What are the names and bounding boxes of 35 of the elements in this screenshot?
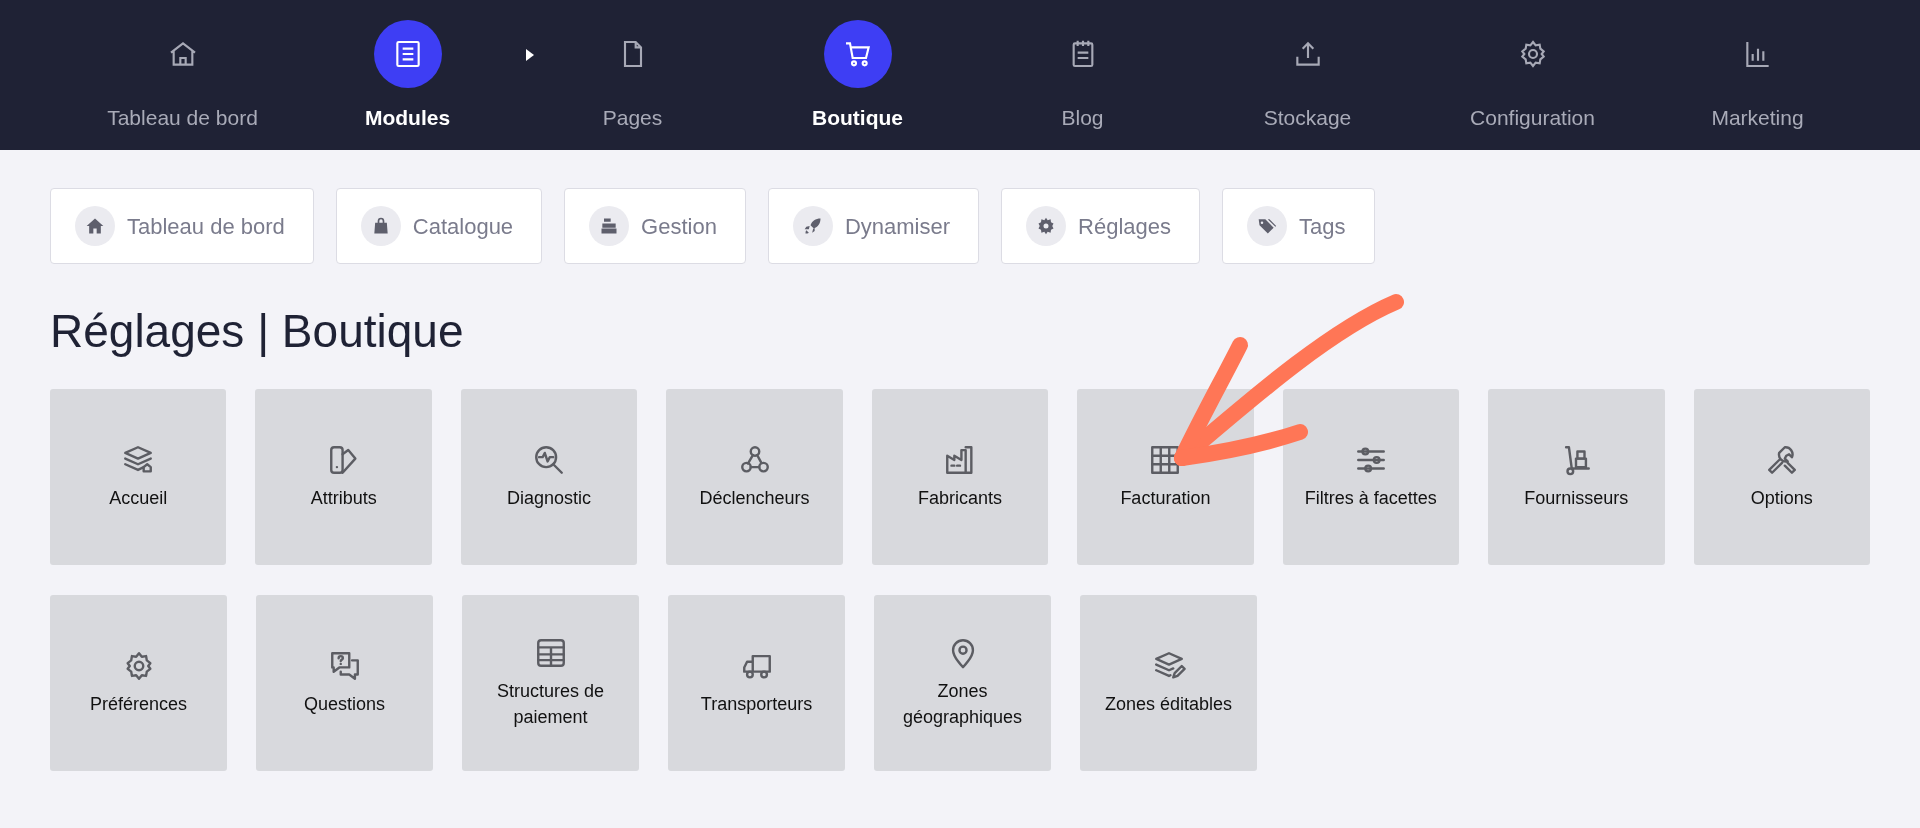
tab-button[interactable]: Gestion bbox=[564, 188, 746, 264]
house-icon bbox=[85, 216, 105, 236]
tab-button[interactable]: Réglages bbox=[1001, 188, 1201, 264]
settings-tile[interactable]: Fabricants bbox=[871, 389, 1049, 566]
settings-tile[interactable]: Préférences bbox=[50, 595, 227, 772]
gear-icon bbox=[1036, 216, 1057, 236]
settings-tile[interactable]: Diagnostic bbox=[460, 389, 638, 566]
tab-button[interactable]: Catalogue bbox=[335, 188, 543, 264]
nav-item[interactable]: Stockage bbox=[1195, 0, 1420, 150]
tab-button[interactable]: Tags bbox=[1222, 188, 1375, 264]
settings-tile[interactable]: Filtres à facettes bbox=[1282, 389, 1460, 566]
settings-tile[interactable]: Attributs bbox=[255, 389, 432, 566]
page-heading: Réglages | Boutique bbox=[50, 304, 465, 359]
nav-item[interactable]: Marketing bbox=[1645, 0, 1870, 150]
settings-tile[interactable]: Déclencheurs bbox=[666, 389, 843, 566]
settings-tile[interactable]: Fournisseurs bbox=[1488, 389, 1665, 566]
nav-item[interactable]: Boutique bbox=[745, 0, 970, 150]
tab-button[interactable]: Dynamiser bbox=[767, 188, 980, 264]
tag-icon bbox=[1257, 216, 1278, 236]
tab-button[interactable]: Tableau de bord bbox=[50, 188, 314, 264]
nav-item[interactable]: Blog bbox=[970, 0, 1195, 150]
settings-tile[interactable]: Transporteurs bbox=[668, 595, 845, 772]
settings-tile[interactable]: Zones éditables bbox=[1080, 595, 1257, 772]
settings-tile[interactable]: Options bbox=[1693, 389, 1870, 566]
settings-tile[interactable]: Structures de paiement bbox=[462, 595, 639, 772]
nav-item[interactable]: Configuration bbox=[1420, 0, 1645, 150]
settings-tile[interactable]: Accueil bbox=[50, 389, 227, 566]
nav-item[interactable]: Pages bbox=[520, 0, 745, 150]
register-icon bbox=[599, 216, 620, 236]
settings-tile[interactable]: Zones géographiques bbox=[874, 595, 1051, 772]
rocket-icon bbox=[802, 216, 823, 236]
nav-item[interactable]: Modules bbox=[295, 0, 520, 150]
nav-item[interactable]: Tableau de bord bbox=[70, 0, 295, 150]
caret-icon[interactable] bbox=[524, 47, 536, 63]
settings-tile[interactable]: Questions bbox=[256, 595, 433, 772]
